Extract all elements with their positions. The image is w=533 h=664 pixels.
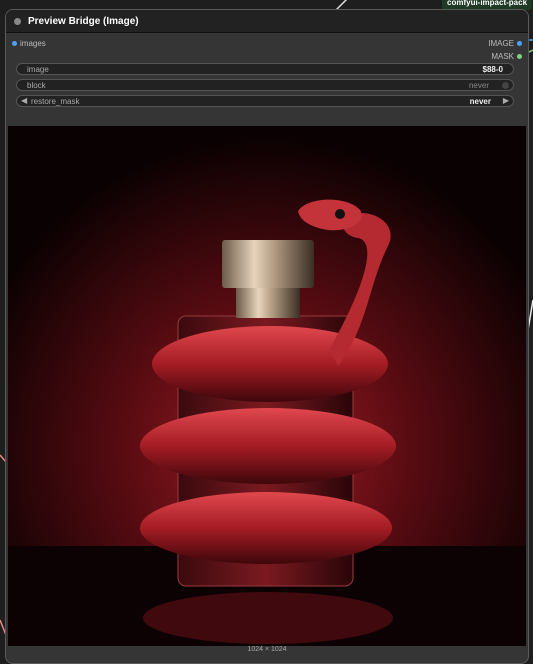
arrow-left-icon[interactable]: ◀ — [21, 96, 27, 105]
image-widget[interactable]: image $88-0 — [16, 63, 514, 75]
output-label-mask: MASK — [491, 52, 514, 61]
arrow-right-icon[interactable]: ▶ — [503, 96, 509, 105]
block-toggle[interactable]: block never — [16, 79, 514, 91]
output-slot-mask-icon[interactable] — [517, 54, 522, 59]
input-label-images: images — [20, 39, 46, 48]
node-title-bar[interactable]: Preview Bridge (Image) — [6, 10, 528, 33]
restore-mask-label: restore_mask — [31, 97, 80, 106]
io-row-2: MASK — [6, 50, 528, 63]
output-label-image: IMAGE — [488, 39, 514, 48]
image-widget-value: $88-0 — [482, 65, 503, 74]
perfume-snake-image-icon — [8, 126, 526, 646]
restore-mask-value: never — [469, 97, 491, 106]
image-widget-label: image — [27, 65, 49, 74]
toggle-knob-icon[interactable] — [502, 82, 509, 89]
block-toggle-label: block — [27, 81, 46, 90]
output-slot-image-icon[interactable] — [517, 41, 522, 46]
preview-bridge-node[interactable]: Preview Bridge (Image) images IMAGE MASK… — [5, 9, 529, 664]
io-row-1: images IMAGE — [6, 37, 528, 50]
preview-image[interactable] — [8, 126, 526, 646]
node-title: Preview Bridge (Image) — [28, 15, 139, 27]
collapse-dot-icon[interactable] — [14, 17, 21, 25]
image-size-label: 1024 × 1024 — [247, 646, 287, 653]
restore-mask-combo[interactable]: ◀ restore_mask never ▶ — [16, 95, 514, 107]
input-slot-images-icon[interactable] — [12, 41, 17, 46]
block-toggle-value: never — [468, 81, 489, 90]
